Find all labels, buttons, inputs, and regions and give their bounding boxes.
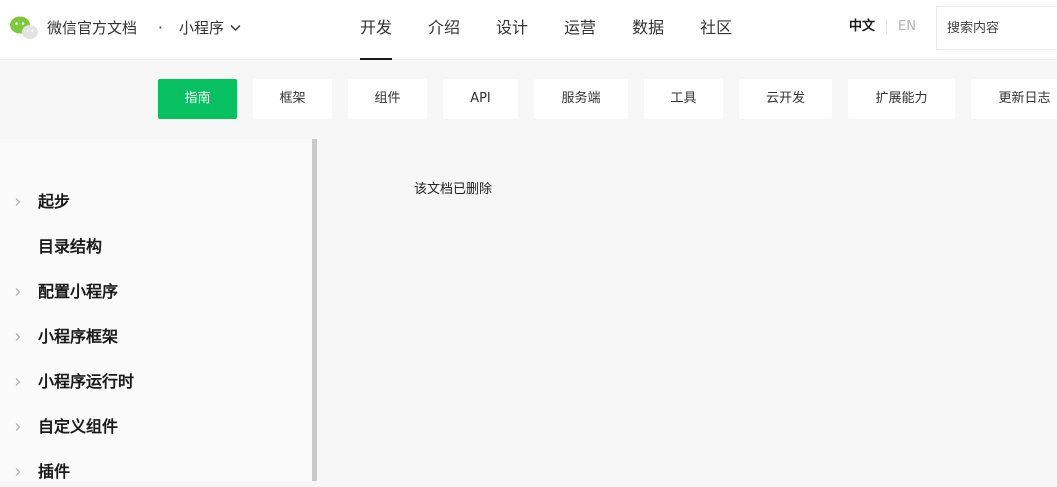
product-dropdown[interactable]: 小程序: [179, 17, 241, 39]
sidebar-item-custom-components[interactable]: 自定义组件: [0, 412, 300, 442]
subnav-server[interactable]: 服务端: [534, 79, 628, 119]
subnav-components[interactable]: 组件: [348, 79, 427, 119]
sidebar: 起步 目录结构 配置小程序 小程序框架 小程序运行时 自定义组件 插件: [0, 139, 313, 481]
nav-data[interactable]: 数据: [632, 0, 664, 60]
subnav-changelog[interactable]: 更新日志: [971, 79, 1057, 119]
nav-operations[interactable]: 运营: [564, 0, 596, 60]
nav-design[interactable]: 设计: [496, 0, 528, 60]
brand-title[interactable]: 微信官方文档: [47, 17, 137, 39]
brand-separator: ·: [158, 19, 163, 37]
chevron-down-icon: [230, 24, 241, 32]
subnav-api[interactable]: API: [443, 79, 518, 119]
chevron-right-icon: [15, 333, 21, 341]
subnav-framework[interactable]: 框架: [253, 79, 332, 119]
subnav-extensions[interactable]: 扩展能力: [848, 79, 955, 119]
chevron-right-icon: [15, 378, 21, 386]
sidebar-item-framework[interactable]: 小程序框架: [0, 322, 300, 352]
sidebar-item-label: 配置小程序: [38, 282, 119, 301]
wechat-logo-icon[interactable]: [9, 15, 39, 41]
sidebar-item-plugins[interactable]: 插件: [0, 457, 300, 487]
sidebar-item-directory-structure[interactable]: 目录结构: [0, 232, 300, 262]
lang-zh-link[interactable]: 中文: [849, 18, 875, 36]
chevron-right-icon: [15, 288, 21, 296]
nav-intro[interactable]: 介绍: [428, 0, 460, 60]
nav-community[interactable]: 社区: [700, 0, 732, 60]
sidebar-item-label: 小程序框架: [38, 327, 119, 346]
main-content: 该文档已删除: [317, 139, 1057, 481]
subnav-guide[interactable]: 指南: [158, 79, 237, 119]
chevron-right-icon: [15, 468, 21, 476]
deleted-message: 该文档已删除: [414, 182, 493, 197]
sidebar-item-getting-started[interactable]: 起步: [0, 187, 300, 217]
chevron-right-icon: [15, 423, 21, 431]
sidebar-item-label: 自定义组件: [38, 417, 119, 436]
sidebar-item-runtime[interactable]: 小程序运行时: [0, 367, 300, 397]
sub-nav: 指南 框架 组件 API 服务端 工具 云开发 扩展能力 更新日志: [0, 60, 1057, 139]
subnav-tools[interactable]: 工具: [644, 79, 723, 119]
chevron-right-icon: [15, 198, 21, 206]
main-nav: 开发 介绍 设计 运营 数据 社区: [360, 0, 768, 60]
lang-en-link[interactable]: EN: [898, 18, 916, 36]
search-input[interactable]: [936, 6, 1057, 50]
lang-divider: [886, 20, 887, 34]
subnav-cloud[interactable]: 云开发: [739, 79, 832, 119]
product-label: 小程序: [179, 19, 225, 37]
sidebar-item-label: 插件: [38, 462, 71, 481]
sidebar-item-label: 起步: [38, 192, 71, 211]
top-header: 微信官方文档 · 小程序 开发 介绍 设计 运营 数据 社区 中文 EN: [0, 0, 1057, 60]
sidebar-item-label: 目录结构: [38, 237, 103, 256]
nav-develop[interactable]: 开发: [360, 0, 393, 60]
sidebar-item-config[interactable]: 配置小程序: [0, 277, 300, 307]
sidebar-item-label: 小程序运行时: [38, 372, 135, 391]
